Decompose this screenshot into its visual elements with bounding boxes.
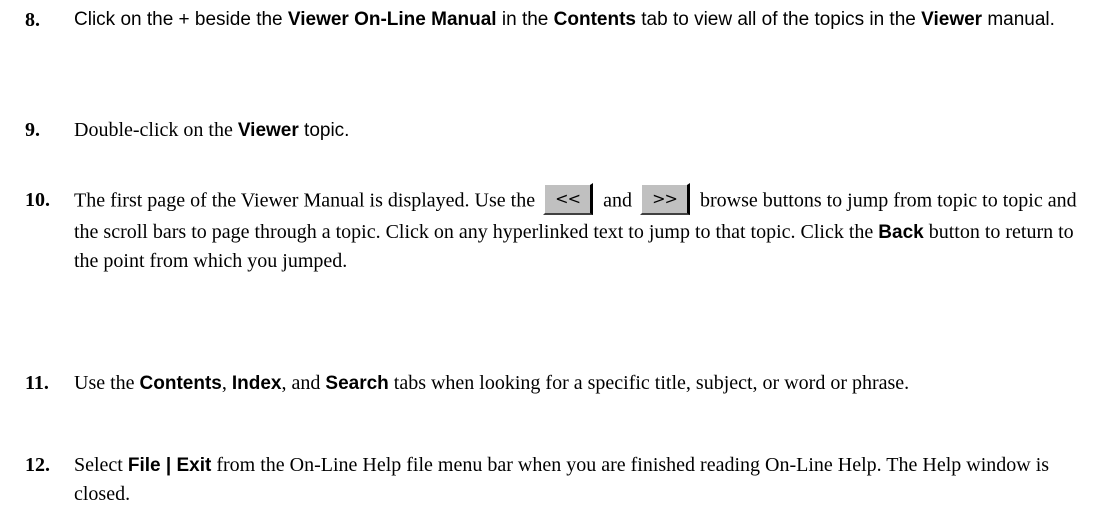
text-run: , xyxy=(221,372,232,394)
step-number: 9. xyxy=(25,119,40,141)
text-run: in the xyxy=(496,9,554,30)
bold-term: File | Exit xyxy=(127,455,212,476)
text-run: , and xyxy=(281,372,326,394)
text-run: tabs when looking for a specific title, … xyxy=(388,372,910,394)
text-run: Select xyxy=(74,454,128,476)
bold-term: Viewer On-Line Manual xyxy=(287,9,497,30)
bold-term: Search xyxy=(325,373,389,394)
text-run: Click on the + beside the xyxy=(74,9,288,30)
text-run: tab to view all of the topics in the xyxy=(635,9,922,30)
step-text: Double-click on the Viewer topic. xyxy=(74,116,1084,145)
step-number: 8. xyxy=(25,9,40,31)
bold-term: Viewer xyxy=(921,9,983,30)
previous-topic-button[interactable]: << xyxy=(543,183,594,215)
text-run: Double-click on the xyxy=(74,119,238,141)
bold-term: Index xyxy=(231,373,282,394)
text-run: Use the xyxy=(74,372,140,394)
step-text: Select File | Exit from the On-Line Help… xyxy=(74,451,1084,508)
text-run: and xyxy=(603,189,632,212)
text-run: manual. xyxy=(982,9,1055,30)
bold-term: Contents xyxy=(139,373,222,394)
step-text: The first page of the Viewer Manual is d… xyxy=(74,183,1084,275)
bold-term: Back xyxy=(878,222,924,243)
step-text: Use the Contents, Index, and Search tabs… xyxy=(74,369,1084,398)
text-run: from the On-Line Help file menu bar when… xyxy=(74,454,1050,505)
step-number: 12. xyxy=(25,454,50,476)
text-run: The first page of the Viewer Manual is d… xyxy=(74,189,536,212)
step-text: Click on the + beside the Viewer On-Line… xyxy=(74,6,1084,34)
bold-term: Contents xyxy=(553,9,636,30)
step-number: 11. xyxy=(25,372,49,394)
bold-term: Viewer xyxy=(237,120,299,141)
text-run: topic. xyxy=(298,120,350,141)
next-topic-button[interactable]: >> xyxy=(639,183,690,215)
step-number: 10. xyxy=(25,189,50,211)
